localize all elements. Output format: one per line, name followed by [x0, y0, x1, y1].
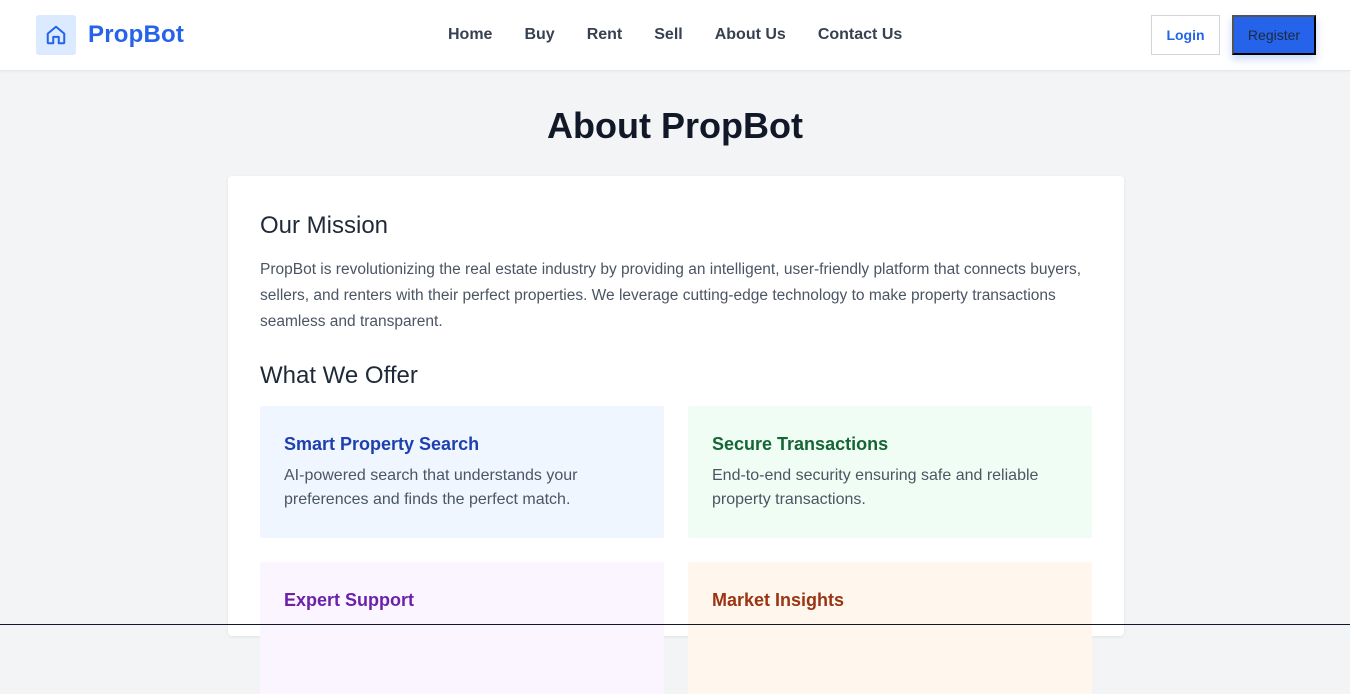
- offer-card-smart-search: Smart Property Search AI-powered search …: [260, 406, 664, 538]
- register-button[interactable]: Register: [1232, 15, 1316, 55]
- top-navbar: PropBot Home Buy Rent Sell About Us Cont…: [0, 0, 1350, 71]
- offer-card-expert-support: Expert Support: [260, 562, 664, 694]
- offer-title: Expert Support: [284, 590, 415, 610]
- nav-link-sell[interactable]: Sell: [654, 24, 682, 46]
- nav-link-contact-us[interactable]: Contact Us: [818, 24, 902, 46]
- main-nav: Home Buy Rent Sell About Us Contact Us: [448, 24, 934, 46]
- offer-title: Market Insights: [712, 590, 845, 610]
- about-card: Our Mission PropBot is revolutionizing t…: [228, 176, 1124, 694]
- mission-text: PropBot is revolutionizing the real esta…: [260, 261, 1082, 330]
- offer-title: Smart Property Search: [284, 434, 480, 454]
- offer-card-market-insights: Market Insights: [688, 562, 1092, 694]
- offer-description: AI-powered search that understands your …: [284, 467, 578, 508]
- offer-heading: What We Offer: [260, 362, 418, 389]
- login-button[interactable]: Login: [1151, 15, 1220, 55]
- brand-logo[interactable]: PropBot: [36, 15, 184, 55]
- page-title: About PropBot: [547, 105, 803, 146]
- mission-heading: Our Mission: [260, 212, 389, 239]
- nav-link-rent[interactable]: Rent: [587, 24, 623, 46]
- nav-link-about-us[interactable]: About Us: [715, 24, 786, 46]
- offer-description: End-to-end security ensuring safe and re…: [712, 467, 1039, 508]
- offer-title: Secure Transactions: [712, 434, 889, 454]
- nav-link-home[interactable]: Home: [448, 24, 492, 46]
- offer-card-secure-transactions: Secure Transactions End-to-end security …: [688, 406, 1092, 538]
- home-icon: [36, 15, 76, 55]
- brand-name: PropBot: [88, 21, 185, 48]
- nav-link-buy[interactable]: Buy: [524, 24, 554, 46]
